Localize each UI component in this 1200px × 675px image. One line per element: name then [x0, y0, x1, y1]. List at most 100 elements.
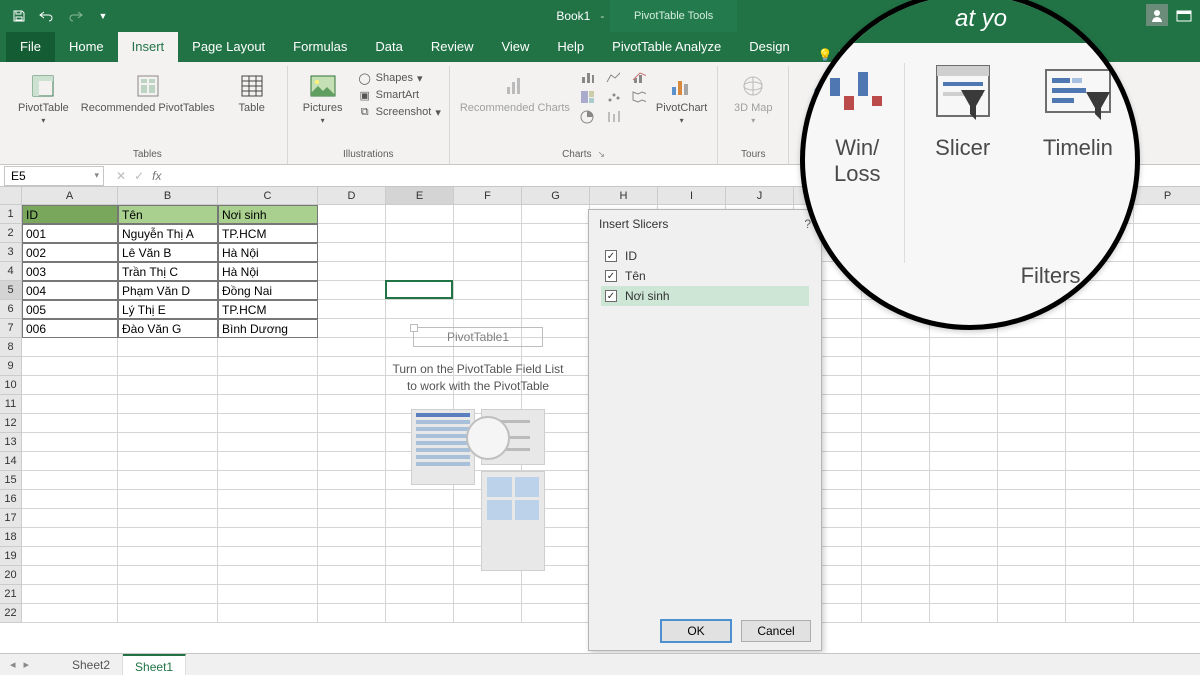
stock-chart-icon[interactable] [606, 110, 620, 124]
sheet-tab-sheet1[interactable]: Sheet1 [123, 654, 186, 675]
tab-formulas[interactable]: Formulas [279, 32, 361, 62]
combo-chart-icon[interactable] [632, 70, 646, 84]
redo-icon[interactable] [66, 7, 84, 25]
tab-review[interactable]: Review [417, 32, 488, 62]
hierarchy-chart-icon[interactable] [580, 90, 594, 104]
table-cell[interactable]: 006 [22, 319, 118, 338]
recommended-charts-button[interactable]: Recommended Charts [458, 70, 572, 116]
fx-icon[interactable]: fx [152, 169, 161, 183]
row-header[interactable]: 6 [0, 300, 22, 319]
timeline-label[interactable]: Timelin [1043, 135, 1113, 161]
column-header[interactable]: G [522, 187, 590, 205]
sheet-tab-sheet2[interactable]: Sheet2 [60, 654, 123, 675]
cancel-formula-icon[interactable]: ✕ [116, 169, 126, 183]
row-header[interactable]: 8 [0, 338, 22, 357]
enter-formula-icon[interactable]: ✓ [134, 169, 144, 183]
row-header[interactable]: 3 [0, 243, 22, 262]
table-header-cell[interactable]: Tên [118, 205, 218, 224]
pictures-button[interactable]: Pictures▾ [296, 70, 350, 127]
column-header[interactable]: I [658, 187, 726, 205]
ok-button[interactable]: OK [661, 620, 731, 642]
tab-data[interactable]: Data [361, 32, 416, 62]
charts-dialog-launcher[interactable]: ↘ [598, 149, 606, 160]
table-cell[interactable]: Đồng Nai [218, 281, 318, 300]
table-cell[interactable]: Bình Dương [218, 319, 318, 338]
column-header[interactable]: P [1134, 187, 1200, 205]
checkbox[interactable]: ✓ [605, 250, 617, 262]
row-header[interactable]: 15 [0, 471, 22, 490]
pie-chart-icon[interactable] [580, 110, 594, 124]
row-header[interactable]: 7 [0, 319, 22, 338]
shapes-button[interactable]: ◯Shapes ▾ [358, 70, 441, 86]
column-header[interactable]: D [318, 187, 386, 205]
checkbox[interactable]: ✓ [605, 290, 617, 302]
slicer-label[interactable]: Slicer [935, 135, 990, 161]
row-header[interactable]: 14 [0, 452, 22, 471]
tab-design[interactable]: Design [735, 32, 803, 62]
table-header-cell[interactable]: Nơi sinh [218, 205, 318, 224]
column-header[interactable]: J [726, 187, 794, 205]
row-header[interactable]: 10 [0, 376, 22, 395]
dialog-title-bar[interactable]: Insert Slicers ? [589, 210, 821, 238]
tab-file[interactable]: File [6, 32, 55, 62]
row-header[interactable]: 18 [0, 528, 22, 547]
table-cell[interactable]: Hà Nội [218, 262, 318, 281]
table-cell[interactable]: 004 [22, 281, 118, 300]
pivottable-placeholder[interactable]: PivotTable1 Turn on the PivotTable Field… [375, 327, 581, 585]
user-avatar[interactable] [1146, 4, 1168, 26]
table-cell[interactable]: TP.HCM [218, 224, 318, 243]
insert-slicers-dialog[interactable]: Insert Slicers ? ✓ID✓Tên✓Nơi sinh OK Can… [588, 209, 822, 651]
tab-home[interactable]: Home [55, 32, 118, 62]
row-header[interactable]: 20 [0, 566, 22, 585]
row-header[interactable]: 12 [0, 414, 22, 433]
qat-customize-icon[interactable]: ▼ [94, 7, 112, 25]
slicer-field-item[interactable]: ✓Nơi sinh [601, 286, 809, 306]
smartart-button[interactable]: ▣SmartArt [358, 87, 441, 103]
row-header[interactable]: 16 [0, 490, 22, 509]
column-header[interactable]: B [118, 187, 218, 205]
line-chart-icon[interactable] [606, 70, 620, 84]
active-cell[interactable] [385, 280, 453, 299]
table-cell[interactable]: Trần Thị C [118, 262, 218, 281]
row-header[interactable]: 1 [0, 205, 22, 224]
sheet-nav-next-icon[interactable]: ▸ [24, 658, 30, 671]
tab-pivottable-analyze[interactable]: PivotTable Analyze [598, 32, 735, 62]
row-header[interactable]: 2 [0, 224, 22, 243]
row-header[interactable]: 19 [0, 547, 22, 566]
undo-icon[interactable] [38, 7, 56, 25]
checkbox[interactable]: ✓ [605, 270, 617, 282]
tab-view[interactable]: View [487, 32, 543, 62]
winloss-label[interactable]: Win/ Loss [834, 135, 880, 187]
name-box[interactable]: E5 [4, 166, 104, 186]
scatter-chart-icon[interactable] [606, 90, 620, 104]
row-header[interactable]: 13 [0, 433, 22, 452]
slicer-field-item[interactable]: ✓Tên [601, 266, 809, 286]
table-cell[interactable]: Nguyễn Thị A [118, 224, 218, 243]
save-icon[interactable] [10, 7, 28, 25]
pivottable-button[interactable]: PivotTable▾ [16, 70, 71, 127]
table-cell[interactable]: 002 [22, 243, 118, 262]
row-header[interactable]: 9 [0, 357, 22, 376]
table-cell[interactable]: Hà Nội [218, 243, 318, 262]
sheet-nav-prev-icon[interactable]: ◂ [10, 658, 16, 671]
row-header[interactable]: 11 [0, 395, 22, 414]
column-header[interactable]: F [454, 187, 522, 205]
slicer-field-item[interactable]: ✓ID [601, 246, 809, 266]
recommended-pivottables-button[interactable]: Recommended PivotTables [79, 70, 217, 116]
tab-help[interactable]: Help [543, 32, 598, 62]
row-header[interactable]: 21 [0, 585, 22, 604]
pivottable-name[interactable]: PivotTable1 [413, 327, 543, 347]
table-cell[interactable]: TP.HCM [218, 300, 318, 319]
table-cell[interactable]: Phạm Văn D [118, 281, 218, 300]
table-header-cell[interactable]: ID [22, 205, 118, 224]
tab-page-layout[interactable]: Page Layout [178, 32, 279, 62]
table-cell[interactable]: 003 [22, 262, 118, 281]
row-header[interactable]: 22 [0, 604, 22, 623]
3d-map-button[interactable]: 3D Map▾ [726, 70, 780, 127]
table-cell[interactable]: 001 [22, 224, 118, 243]
row-header[interactable]: 17 [0, 509, 22, 528]
row-header[interactable]: 4 [0, 262, 22, 281]
column-header[interactable]: A [22, 187, 118, 205]
pivotchart-button[interactable]: PivotChart▾ [654, 70, 709, 127]
table-cell[interactable]: Lê Văn B [118, 243, 218, 262]
